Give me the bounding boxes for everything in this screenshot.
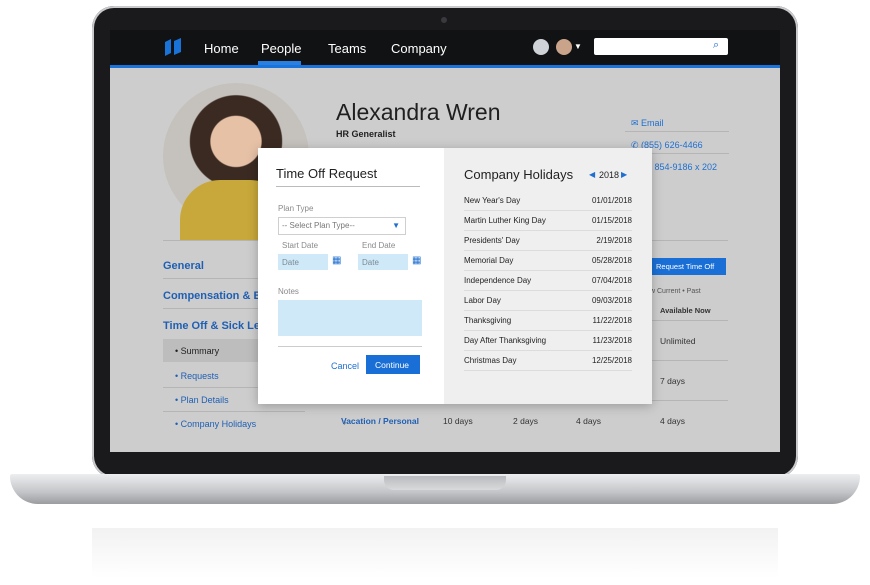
cancel-button[interactable]: Cancel [331, 361, 359, 371]
section-general[interactable]: General [163, 260, 204, 272]
subitem-requests-label: • Requests [175, 371, 219, 381]
subitem-company-holidays[interactable]: • Company Holidays › [163, 412, 347, 435]
search-input[interactable] [594, 38, 728, 55]
nav-teams[interactable]: Teams [328, 41, 366, 56]
profile-title: HR Generalist [336, 129, 396, 139]
holiday-row-divider [464, 370, 632, 371]
company-holidays-panel: Company Holidays ◀ 2018 ▶ New Year's Day… [444, 148, 652, 404]
end-date-input[interactable]: Date [358, 254, 408, 270]
laptop-reflection [92, 528, 778, 578]
available-now-header: Available Now [660, 306, 711, 315]
divider [652, 360, 728, 361]
camera-dot [441, 17, 447, 23]
start-date-label: Start Date [282, 241, 319, 250]
plan-type-label: Plan Type [278, 204, 314, 213]
vacation-available: 4 days [660, 416, 686, 426]
email-link[interactable]: ✉ Email [631, 118, 664, 129]
profile-name: Alexandra Wren [336, 99, 501, 125]
holidays-title: Company Holidays [464, 167, 574, 182]
next-year-icon[interactable]: ▶ [621, 170, 627, 179]
holiday-date: 07/04/2018 [591, 276, 632, 285]
time-off-request-modal: Time Off Request Plan Type -- Select Pla… [258, 148, 652, 404]
holiday-name: Martin Luther King Day [464, 216, 546, 225]
brand-logo-icon[interactable] [162, 38, 184, 58]
nav-underline [110, 65, 780, 68]
holiday-name: Memorial Day [464, 256, 514, 265]
user-avatar-icon[interactable] [556, 39, 572, 55]
holiday-date: 2/19/2018 [596, 236, 632, 245]
email-label: Email [641, 118, 664, 128]
holiday-date: 01/15/2018 [591, 216, 632, 225]
holiday-date: 11/22/2018 [592, 316, 632, 325]
holiday-date: 01/01/2018 [591, 196, 632, 205]
holiday-row-divider [464, 270, 632, 271]
start-date-input[interactable]: Date [278, 254, 328, 270]
holiday-date: 05/28/2018 [591, 256, 632, 265]
divider [652, 320, 728, 321]
nav-people[interactable]: People [261, 41, 301, 56]
end-date-label: End Date [362, 241, 396, 250]
divider [278, 346, 422, 347]
holiday-name: New Year's Day [464, 196, 521, 205]
nav-active-indicator [258, 61, 301, 65]
holiday-date: 12/25/2018 [591, 356, 632, 365]
notes-textarea[interactable] [278, 300, 422, 336]
holiday-date: 11/23/2018 [592, 336, 632, 345]
holiday-name: Christmas Day [464, 356, 517, 365]
continue-button[interactable]: Continue [366, 355, 420, 374]
vacation-scheduled: 4 days [576, 416, 602, 426]
end-date-placeholder: Date [362, 258, 379, 267]
modal-title: Time Off Request [276, 166, 378, 181]
bell-icon[interactable] [533, 39, 549, 55]
year-label: 2018 [599, 170, 620, 180]
dropdown-caret-icon: ▼ [392, 221, 400, 230]
holiday-row-divider [464, 290, 632, 291]
holiday-row-divider [464, 310, 632, 311]
holiday-name: Presidents' Day [464, 236, 520, 245]
search-icon[interactable]: ⌕ [713, 39, 719, 52]
vacation-used: 2 days [513, 416, 539, 426]
subitem-summary-label: • Summary [175, 346, 220, 356]
view-toggle[interactable]: w Current • Past [650, 288, 701, 295]
calendar-icon[interactable]: ▦ [332, 255, 341, 266]
holiday-name: Independence Day [464, 276, 532, 285]
holiday-row-divider [464, 350, 632, 351]
available-unlimited: Unlimited [660, 336, 696, 346]
laptop-notch [384, 476, 506, 490]
holiday-name: Day After Thanksgiving [464, 336, 547, 345]
holiday-row-divider [464, 210, 632, 211]
divider [625, 131, 729, 132]
holiday-name: Labor Day [464, 296, 501, 305]
nav-home[interactable]: Home [204, 41, 239, 56]
plan-type-select[interactable]: -- Select Plan Type-- ▼ [278, 217, 406, 235]
start-date-placeholder: Date [282, 258, 299, 267]
vacation-accrued: 10 days [443, 416, 473, 426]
holiday-name: Thanksgiving [464, 316, 512, 325]
request-time-off-button[interactable]: Request Time Off [646, 258, 726, 275]
subitem-company-holidays-label: • Company Holidays [175, 419, 257, 429]
holiday-row-divider [464, 330, 632, 331]
screen: Home People Teams Company ▼ ⌕ Alexandra … [110, 30, 780, 452]
request-time-off-label: Request Time Off [656, 262, 715, 271]
continue-label: Continue [375, 360, 410, 370]
holiday-row-divider [464, 250, 632, 251]
holiday-date: 09/03/2018 [591, 296, 632, 305]
plan-type-placeholder: -- Select Plan Type-- [282, 221, 355, 230]
nav-company[interactable]: Company [391, 41, 447, 56]
divider [276, 186, 420, 187]
subitem-plan-details-label: • Plan Details [175, 395, 229, 405]
prev-year-icon[interactable]: ◀ [589, 170, 595, 179]
available-7-days: 7 days [660, 376, 686, 386]
mail-icon: ✉ [631, 118, 642, 128]
chevron-down-icon[interactable]: ▼ [574, 42, 582, 51]
holiday-row-divider [464, 230, 632, 231]
notes-label: Notes [278, 287, 299, 296]
calendar-icon[interactable]: ▦ [412, 255, 421, 266]
vacation-row-label[interactable]: Vacation / Personal [341, 416, 419, 426]
